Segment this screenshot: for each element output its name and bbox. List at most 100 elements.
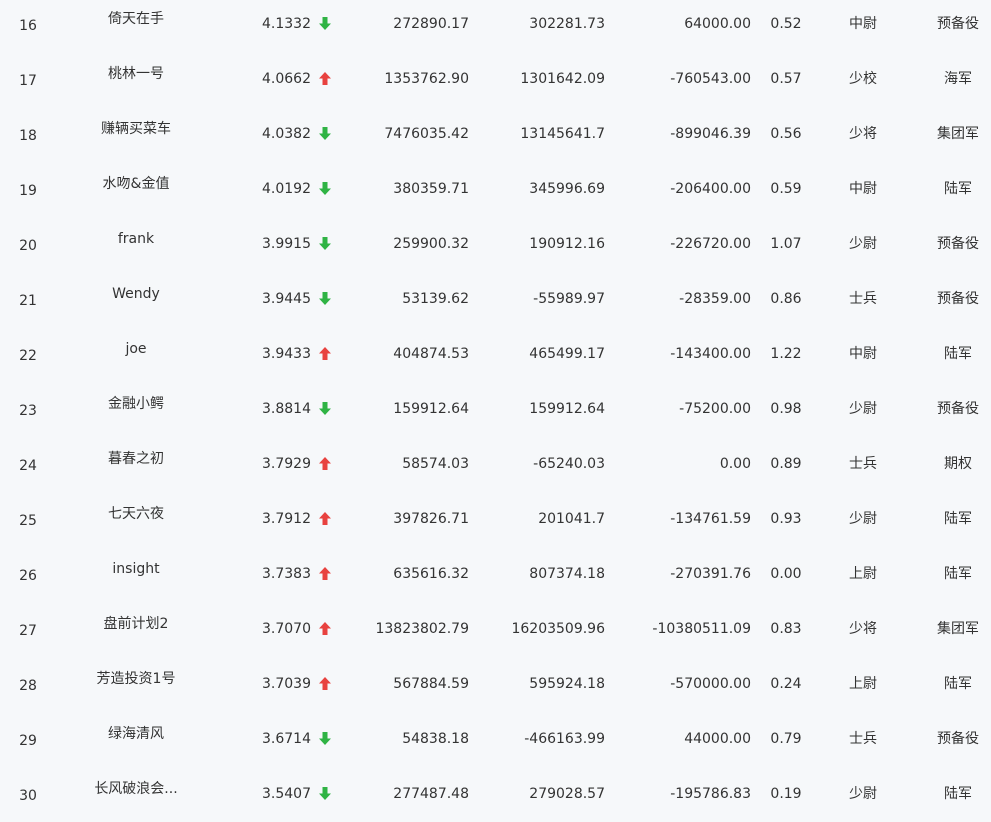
account-name[interactable]: joe bbox=[70, 340, 202, 358]
rank-cell: 16 bbox=[19, 18, 37, 34]
rank-title: 少尉 bbox=[849, 511, 877, 527]
ratio-value: 0.79 bbox=[770, 731, 802, 747]
value-3: -28359.00 bbox=[679, 291, 751, 307]
ratio-value: 0.93 bbox=[770, 511, 802, 527]
rank-cell: 22 bbox=[19, 348, 37, 364]
rank-cell: 19 bbox=[19, 183, 37, 199]
branch-label: 预备役 bbox=[937, 401, 979, 417]
rank-cell: 20 bbox=[19, 238, 37, 254]
account-name[interactable]: 暮春之初 bbox=[70, 450, 202, 468]
arrow-down-icon bbox=[318, 401, 334, 419]
rank-cell: 26 bbox=[19, 568, 37, 584]
arrow-down-icon bbox=[318, 126, 334, 144]
value-1: 7476035.42 bbox=[384, 126, 469, 142]
account-name[interactable]: 芳造投资1号 bbox=[70, 670, 202, 688]
rank-cell: 21 bbox=[19, 293, 37, 309]
ratio-value: 0.98 bbox=[770, 401, 802, 417]
table-row[interactable]: 17 桃林一号 4.0662 1353762.90 1301642.09 -760543.… bbox=[0, 54, 991, 109]
arrow-down-icon bbox=[318, 236, 334, 254]
value-2: 595924.18 bbox=[529, 676, 605, 692]
account-name[interactable]: 桃林一号 bbox=[70, 65, 202, 83]
score-value: 4.0382 bbox=[262, 126, 311, 142]
ratio-value: 1.07 bbox=[770, 236, 802, 252]
value-2: -55989.97 bbox=[533, 291, 605, 307]
value-1: 259900.32 bbox=[393, 236, 469, 252]
ratio-value: 1.22 bbox=[770, 346, 802, 362]
rank-cell: 23 bbox=[19, 403, 37, 419]
table-row[interactable]: 27 盘前计划2 3.7070 13823802.79 16203509.96 -1038… bbox=[0, 604, 991, 659]
value-1: 159912.64 bbox=[393, 401, 469, 417]
branch-label: 陆军 bbox=[944, 181, 972, 197]
rank-title: 士兵 bbox=[849, 291, 877, 307]
score-value: 3.8814 bbox=[262, 401, 311, 417]
rank-cell: 17 bbox=[19, 73, 37, 89]
value-1: 277487.48 bbox=[393, 786, 469, 802]
value-3: -134761.59 bbox=[670, 511, 751, 527]
branch-label: 陆军 bbox=[944, 676, 972, 692]
table-row[interactable]: 21 Wendy 3.9445 53139.62 -55989.97 -28359.00 0… bbox=[0, 274, 991, 329]
table-row[interactable]: 30 长风破浪会... 3.5407 277487.48 279028.57 -19578… bbox=[0, 769, 991, 822]
value-3: -206400.00 bbox=[670, 181, 751, 197]
rank-cell: 27 bbox=[19, 623, 37, 639]
rank-cell: 30 bbox=[19, 788, 37, 804]
account-name[interactable]: insight bbox=[70, 560, 202, 578]
rank-cell: 29 bbox=[19, 733, 37, 749]
value-2: 159912.64 bbox=[529, 401, 605, 417]
table-row[interactable]: 28 芳造投资1号 3.7039 567884.59 595924.18 -570000.… bbox=[0, 659, 991, 714]
rank-title: 上尉 bbox=[849, 676, 877, 692]
rank-title: 少尉 bbox=[849, 786, 877, 802]
account-name[interactable]: 金融小鳄 bbox=[70, 395, 202, 413]
table-row[interactable]: 20 frank 3.9915 259900.32 190912.16 -226720.0… bbox=[0, 219, 991, 274]
account-name[interactable]: 绿海清风 bbox=[70, 725, 202, 743]
account-name[interactable]: 水吻&金值 bbox=[70, 175, 202, 193]
rank-title: 少尉 bbox=[849, 236, 877, 252]
branch-label: 陆军 bbox=[944, 566, 972, 582]
value-2: 345996.69 bbox=[529, 181, 605, 197]
table-row[interactable]: 29 绿海清风 3.6714 54838.18 -466163.99 44000.00 0.… bbox=[0, 714, 991, 769]
table-row[interactable]: 25 七天六夜 3.7912 397826.71 201041.7 -134761.59 0… bbox=[0, 494, 991, 549]
table-row[interactable]: 22 joe 3.9433 404874.53 465499.17 -143400.00 1… bbox=[0, 329, 991, 384]
score-value: 3.7039 bbox=[262, 676, 311, 692]
account-name[interactable]: 七天六夜 bbox=[70, 505, 202, 523]
score-value: 4.0192 bbox=[262, 181, 311, 197]
arrow-up-icon bbox=[318, 71, 334, 89]
account-name[interactable]: Wendy bbox=[70, 285, 202, 303]
value-1: 272890.17 bbox=[393, 16, 469, 32]
branch-label: 集团军 bbox=[937, 621, 979, 637]
value-1: 58574.03 bbox=[402, 456, 469, 472]
rank-title: 少尉 bbox=[849, 401, 877, 417]
account-name[interactable]: 盘前计划2 bbox=[70, 615, 202, 633]
account-name[interactable]: frank bbox=[70, 230, 202, 248]
value-2: 302281.73 bbox=[529, 16, 605, 32]
branch-label: 预备役 bbox=[937, 16, 979, 32]
table-row[interactable]: 18 赚辆买菜车 4.0382 7476035.42 13145641.7 -899046… bbox=[0, 109, 991, 164]
account-name[interactable]: 长风破浪会... bbox=[70, 780, 202, 798]
table-row[interactable]: 24 暮春之初 3.7929 58574.03 -65240.03 0.00 0.89 士兵 期… bbox=[0, 439, 991, 494]
account-name[interactable]: 倚天在手 bbox=[70, 10, 202, 28]
value-1: 567884.59 bbox=[393, 676, 469, 692]
arrow-up-icon bbox=[318, 676, 334, 694]
rank-cell: 18 bbox=[19, 128, 37, 144]
value-2: 807374.18 bbox=[529, 566, 605, 582]
rank-cell: 28 bbox=[19, 678, 37, 694]
arrow-up-icon bbox=[318, 511, 334, 529]
table-row[interactable]: 26 insight 3.7383 635616.32 807374.18 -270391… bbox=[0, 549, 991, 604]
rank-title: 中尉 bbox=[849, 346, 877, 362]
table-row[interactable]: 16 倚天在手 4.1332 272890.17 302281.73 64000.00 0.… bbox=[0, 0, 991, 54]
arrow-down-icon bbox=[318, 16, 334, 34]
arrow-up-icon bbox=[318, 456, 334, 474]
value-1: 397826.71 bbox=[393, 511, 469, 527]
branch-label: 集团军 bbox=[937, 126, 979, 142]
score-value: 3.7383 bbox=[262, 566, 311, 582]
account-name[interactable]: 赚辆买菜车 bbox=[70, 120, 202, 138]
value-3: 44000.00 bbox=[684, 731, 751, 747]
score-value: 3.7070 bbox=[262, 621, 311, 637]
table-row[interactable]: 19 水吻&金值 4.0192 380359.71 345996.69 -206400.0… bbox=[0, 164, 991, 219]
score-value: 3.9433 bbox=[262, 346, 311, 362]
table-row[interactable]: 23 金融小鳄 3.8814 159912.64 159912.64 -75200.00 0… bbox=[0, 384, 991, 439]
rank-title: 少校 bbox=[849, 71, 877, 87]
ratio-value: 0.83 bbox=[770, 621, 802, 637]
value-2: 465499.17 bbox=[529, 346, 605, 362]
branch-label: 期权 bbox=[944, 456, 972, 472]
value-3: -10380511.09 bbox=[652, 621, 751, 637]
